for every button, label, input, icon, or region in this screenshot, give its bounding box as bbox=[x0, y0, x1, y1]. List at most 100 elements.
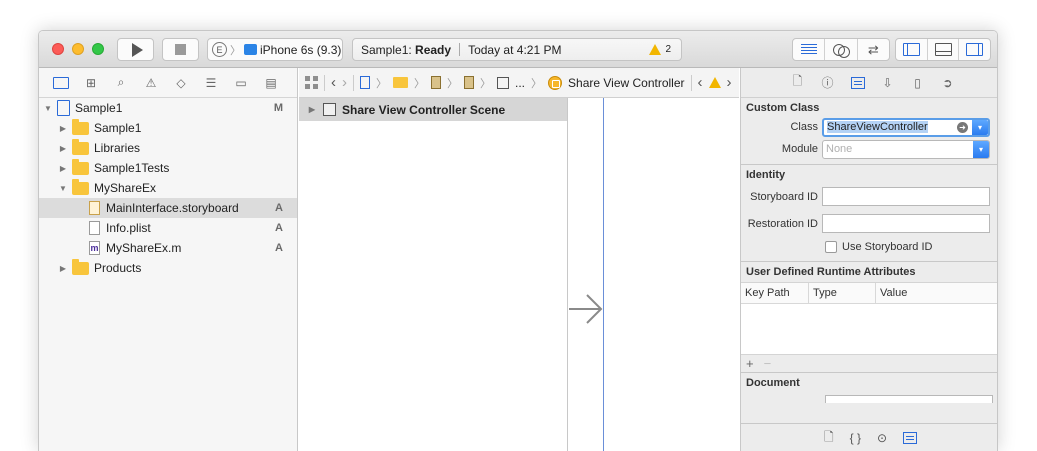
remove-attribute-button[interactable]: − bbox=[764, 356, 772, 371]
version-editor-button[interactable]: ⇄ bbox=[858, 39, 889, 60]
identity-inspector-icon bbox=[850, 76, 865, 89]
find-navigator-tab[interactable]: ⌕ bbox=[113, 75, 129, 91]
tree-row-sample1-group[interactable]: ▶ Sample1 bbox=[39, 118, 297, 138]
folder-icon bbox=[72, 118, 89, 135]
status-badge: A bbox=[275, 222, 283, 234]
project-navigator-tab[interactable] bbox=[53, 75, 69, 91]
tree-row-project[interactable]: ▼ Sample1 M bbox=[39, 98, 297, 118]
storyboard-id-field[interactable] bbox=[822, 187, 990, 206]
restoration-id-field[interactable] bbox=[822, 214, 990, 233]
column-header[interactable]: Type bbox=[809, 283, 876, 303]
report-navigator-tab[interactable]: ▤ bbox=[263, 75, 279, 91]
report-navigator-icon: ▤ bbox=[265, 75, 277, 90]
disclosure-closed-icon[interactable]: ▶ bbox=[58, 164, 68, 173]
attributes-inspector-tab[interactable]: ⇩ bbox=[879, 74, 896, 91]
disclosure-closed-icon[interactable]: ▶ bbox=[58, 264, 68, 273]
status-badge: M bbox=[273, 102, 283, 114]
symbol-navigator-tab[interactable]: ⊞ bbox=[83, 75, 99, 91]
outline-scene-row[interactable]: ▶ Share View Controller Scene bbox=[299, 98, 567, 121]
project-navigator: ⊞ ⌕ ⚠ ◇ ☰ ▭ ▤ ▼ Sample1 M ▶ Sample1 ▶ Li… bbox=[39, 68, 298, 451]
status-badge: A bbox=[275, 202, 283, 214]
use-storyboard-id-label: Use Storyboard ID bbox=[842, 241, 933, 253]
chevron-right-icon: 〉 bbox=[414, 77, 425, 90]
class-dropdown-icon[interactable]: ▾ bbox=[972, 119, 988, 135]
warning-icon[interactable] bbox=[708, 77, 721, 88]
run-button[interactable] bbox=[117, 38, 154, 61]
back-icon[interactable]: ‹ bbox=[331, 74, 336, 91]
tree-row-myshareex[interactable]: ▼ MyShareEx bbox=[39, 178, 297, 198]
size-inspector-tab[interactable]: ▯ bbox=[909, 74, 926, 91]
module-dropdown-icon[interactable]: ▾ bbox=[973, 140, 989, 158]
file-inspector-tab[interactable]: 🗋 bbox=[789, 74, 806, 91]
jump-bar-ellipsis[interactable]: ... bbox=[515, 76, 525, 90]
debug-navigator-tab[interactable]: ☰ bbox=[203, 75, 219, 91]
storyboard-file-icon[interactable] bbox=[431, 76, 441, 89]
chevron-right-icon: 〉 bbox=[480, 77, 491, 90]
related-items-icon[interactable] bbox=[305, 76, 318, 89]
project-file-icon[interactable] bbox=[360, 76, 370, 89]
column-header[interactable]: Value bbox=[876, 283, 997, 303]
use-storyboard-id-checkbox[interactable] bbox=[825, 241, 837, 253]
breakpoint-navigator-tab[interactable]: ▭ bbox=[233, 75, 249, 91]
file-template-library-icon[interactable]: 🗋 bbox=[824, 428, 834, 449]
class-value[interactable]: ShareViewController bbox=[824, 121, 957, 133]
disclosure-closed-icon[interactable]: ▶ bbox=[307, 105, 317, 114]
assistant-editor-button[interactable] bbox=[825, 39, 858, 60]
forward-icon[interactable]: › bbox=[342, 74, 347, 91]
column-header[interactable]: Key Path bbox=[741, 283, 809, 303]
status-badge: A bbox=[275, 242, 283, 254]
document-label-field[interactable] bbox=[825, 395, 993, 403]
zoom-window-button[interactable] bbox=[92, 43, 104, 55]
library-tabs: 🗋 { } ⊙ bbox=[741, 423, 997, 451]
disclosure-closed-icon[interactable]: ▶ bbox=[58, 124, 68, 133]
stop-button[interactable] bbox=[162, 38, 199, 61]
utilities-toggle-icon bbox=[966, 43, 984, 56]
utilities-inspector: 🗋 ⓘ ⇩ ▯ ➲ Custom Class Class ShareViewCo… bbox=[740, 68, 997, 451]
debug-area-toggle-button[interactable] bbox=[928, 39, 960, 60]
storyboard-file-icon bbox=[89, 201, 100, 215]
minimize-window-button[interactable] bbox=[72, 43, 84, 55]
disclosure-closed-icon[interactable]: ▶ bbox=[58, 144, 68, 153]
use-storyboard-id-row[interactable]: Use Storyboard ID bbox=[741, 237, 997, 257]
add-attribute-button[interactable]: + bbox=[746, 356, 754, 371]
quick-help-tab[interactable]: ⓘ bbox=[819, 74, 836, 91]
tree-row-libraries[interactable]: ▶ Libraries bbox=[39, 138, 297, 158]
module-combo[interactable]: None ▾ bbox=[822, 139, 990, 159]
navigator-tabs: ⊞ ⌕ ⚠ ◇ ☰ ▭ ▤ bbox=[39, 68, 297, 98]
tree-row-info-plist[interactable]: Info.plist A bbox=[39, 218, 297, 238]
identity-inspector-tab[interactable] bbox=[849, 74, 866, 91]
tree-row-myshareex-m[interactable]: m MyShareEx.m A bbox=[39, 238, 297, 258]
jump-bar-separator bbox=[324, 74, 325, 91]
disclosure-open-icon[interactable]: ▼ bbox=[58, 184, 68, 193]
storyboard-canvas[interactable] bbox=[569, 98, 739, 451]
jump-bar-current[interactable]: Share View Controller bbox=[568, 76, 685, 90]
scheme-selector[interactable]: E 〉 iPhone 6s (9.3) bbox=[207, 38, 343, 61]
warning-indicator[interactable]: 2 bbox=[649, 44, 671, 55]
media-library-icon[interactable] bbox=[903, 432, 918, 444]
disclosure-open-icon[interactable]: ▼ bbox=[43, 104, 53, 113]
close-window-button[interactable] bbox=[52, 43, 64, 55]
tree-row-sample1tests[interactable]: ▶ Sample1Tests bbox=[39, 158, 297, 178]
runtime-attributes-table[interactable]: Key Path Type Value bbox=[741, 282, 997, 355]
class-combo[interactable]: ShareViewController ➜ ▾ bbox=[822, 117, 990, 137]
test-navigator-tab[interactable]: ◇ bbox=[173, 75, 189, 91]
previous-issue-icon[interactable]: ‹ bbox=[698, 74, 703, 91]
navigator-toggle-button[interactable] bbox=[896, 39, 928, 60]
scene-icon[interactable] bbox=[497, 76, 509, 89]
next-issue-icon[interactable]: › bbox=[727, 74, 732, 91]
module-placeholder[interactable]: None bbox=[823, 143, 973, 155]
tree-row-maininterface[interactable]: MainInterface.storyboard A bbox=[39, 198, 297, 218]
utilities-toggle-button[interactable] bbox=[959, 39, 990, 60]
go-to-class-icon[interactable]: ➜ bbox=[957, 121, 968, 133]
runtime-attributes-section-title: User Defined Runtime Attributes bbox=[746, 266, 916, 278]
tree-row-products[interactable]: ▶ Products bbox=[39, 258, 297, 278]
storyboard-base-icon[interactable] bbox=[464, 76, 474, 89]
standard-editor-button[interactable] bbox=[793, 39, 826, 60]
folder-icon[interactable] bbox=[393, 77, 408, 88]
jump-bar: ‹ › 〉 〉 〉 〉 ... 〉 Share View Controller … bbox=[299, 68, 739, 98]
code-snippet-library-icon[interactable]: { } bbox=[850, 431, 861, 445]
issue-navigator-tab[interactable]: ⚠ bbox=[143, 75, 159, 91]
object-library-icon[interactable]: ⊙ bbox=[877, 431, 887, 445]
scheme-icon: E bbox=[212, 42, 227, 57]
connections-inspector-tab[interactable]: ➲ bbox=[939, 74, 956, 91]
